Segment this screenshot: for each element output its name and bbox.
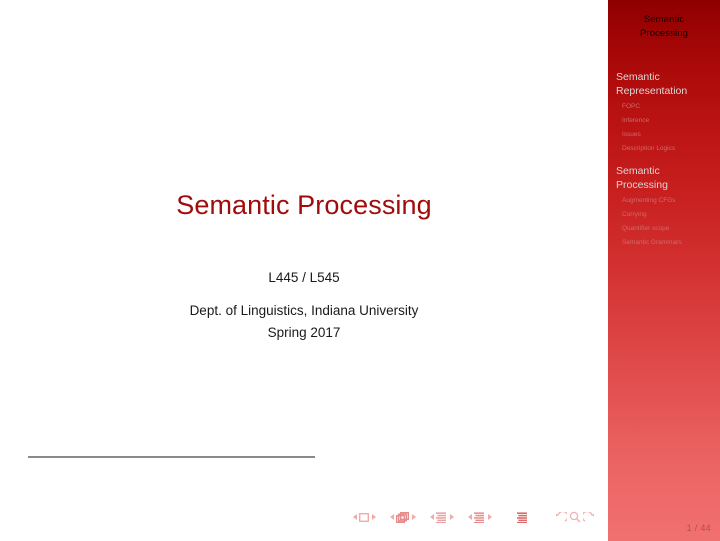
next-frame-arrow-icon[interactable]: [411, 514, 416, 520]
presentation-slide: Semantic Processing L445 / L545 Dept. of…: [0, 0, 720, 541]
toc-section-semantic-representation[interactable]: Semantic Representation FOPC Inference I…: [616, 70, 716, 156]
sidebar-item-fopc[interactable]: FOPC: [616, 100, 716, 114]
table-of-contents: Semantic Representation FOPC Inference I…: [608, 70, 720, 250]
institute-block: Dept. of Linguistics, Indiana University…: [0, 300, 608, 344]
sidebar-item-inference[interactable]: Inference: [616, 114, 716, 128]
sidebar-item-quantifier-scope[interactable]: Quantifier scope: [616, 222, 716, 236]
history-nav-group[interactable]: [555, 511, 595, 523]
document-icon[interactable]: [517, 511, 528, 523]
toc-section-title-line-1: Semantic: [616, 165, 660, 177]
toc-section-semantic-processing[interactable]: Semantic Processing Augmenting CFGs Curr…: [616, 164, 716, 250]
slide-icon[interactable]: [359, 512, 369, 522]
forward-icon[interactable]: [583, 511, 595, 523]
prev-subsection-arrow-icon[interactable]: [429, 514, 434, 520]
page-number: 1 / 44: [686, 523, 711, 533]
next-section-arrow-icon[interactable]: [487, 514, 492, 520]
toc-section-title[interactable]: Semantic Representation: [616, 70, 716, 98]
subsection-nav-group[interactable]: [427, 511, 456, 523]
prev-frame-arrow-icon[interactable]: [389, 514, 394, 520]
toc-section-title-line-2: Processing: [616, 179, 668, 191]
next-slide-arrow-icon[interactable]: [371, 514, 376, 520]
frame-nav-group[interactable]: [387, 511, 418, 523]
section-icon[interactable]: [474, 511, 485, 523]
back-icon[interactable]: [555, 511, 567, 523]
frames-icon[interactable]: [396, 511, 409, 523]
prev-slide-arrow-icon[interactable]: [352, 514, 357, 520]
sidebar-item-description-logics[interactable]: Description Logics: [616, 142, 716, 156]
next-subsection-arrow-icon[interactable]: [449, 514, 454, 520]
institute-line-2: Spring 2017: [267, 325, 341, 340]
sidebar-item-augmenting-cfgs[interactable]: Augmenting CFGs: [616, 194, 716, 208]
find-icon[interactable]: [569, 511, 581, 523]
toc-section-title-line-2: Representation: [616, 85, 688, 97]
sidebar-item-semantic-grammars[interactable]: Semantic Grammars: [616, 236, 716, 250]
sidebar-item-issues[interactable]: Issues: [616, 128, 716, 142]
sidebar-item-currying[interactable]: Currying: [616, 208, 716, 222]
beamer-navigation-bar[interactable]: [350, 509, 595, 525]
toc-section-title-line-1: Semantic: [616, 71, 660, 83]
page-title: Semantic Processing: [176, 190, 432, 220]
document-nav-group[interactable]: [517, 511, 528, 523]
sidebar-title-line-1: Semantic: [643, 14, 685, 25]
slide-content-area: Semantic Processing L445 / L545 Dept. of…: [0, 0, 608, 541]
institute-line-1: Dept. of Linguistics, Indiana University: [189, 303, 419, 318]
sidebar-title-line-2: Processing: [640, 28, 688, 39]
sidebar: Semantic Processing Semantic Representat…: [608, 0, 720, 541]
toc-section-title[interactable]: Semantic Processing: [616, 164, 716, 192]
horizontal-rule: [28, 456, 315, 458]
subtitle-block: L445 / L545 Dept. of Linguistics, Indian…: [0, 268, 608, 344]
slide-nav-group[interactable]: [350, 512, 378, 522]
subsection-icon[interactable]: [436, 511, 447, 523]
course-code: L445 / L545: [268, 270, 340, 285]
section-nav-group[interactable]: [465, 511, 494, 523]
prev-section-arrow-icon[interactable]: [467, 514, 472, 520]
title-block: Semantic Processing: [0, 188, 608, 222]
sidebar-slide-title: Semantic Processing: [608, 0, 720, 41]
